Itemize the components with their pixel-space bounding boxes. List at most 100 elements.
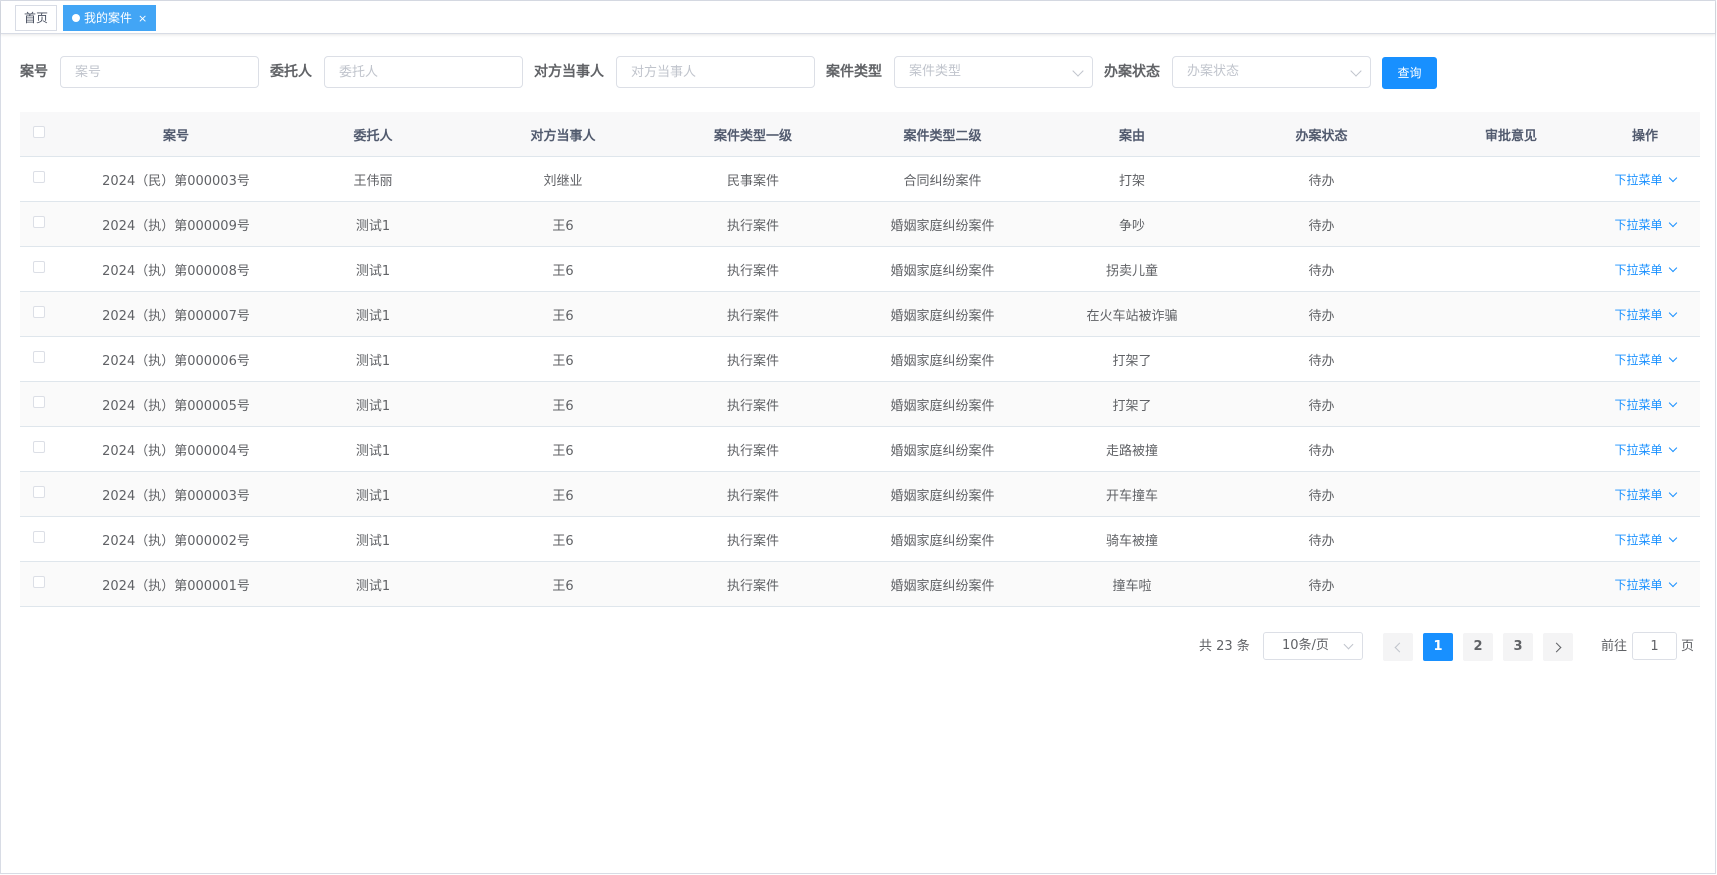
page-size-select[interactable]: 10条/页 [1263, 632, 1363, 660]
query-button[interactable]: 查询 [1382, 57, 1437, 89]
cell-case-no: 2024（执）第000004号 [58, 426, 294, 472]
dropdown-menu-link[interactable]: 下拉菜单 [1614, 173, 1677, 187]
cell-case-type-2: 婚姻家庭纠纷案件 [832, 201, 1053, 247]
row-checkbox[interactable] [33, 396, 45, 408]
cell-status: 待办 [1211, 561, 1432, 607]
cell-client: 测试1 [294, 246, 452, 292]
table-row: 2024（执）第000008号 测试1 王6 执行案件 婚姻家庭纠纷案件 拐卖儿童 待办 下拉… [20, 246, 1700, 292]
tag-my-cases[interactable]: 我的案件 × [63, 5, 157, 31]
cell-cause: 打架了 [1053, 336, 1211, 382]
cell-cause: 打架 [1053, 156, 1211, 202]
row-checkbox[interactable] [33, 351, 45, 363]
dropdown-menu-link[interactable]: 下拉菜单 [1614, 217, 1677, 232]
table-row: 2024（执）第000004号 测试1 王6 执行案件 婚姻家庭纠纷案件 走路被撞 待办 下拉… [20, 426, 1700, 472]
chevron-down-icon [1343, 639, 1354, 650]
cell-client: 测试1 [294, 561, 452, 607]
cell-approval [1432, 516, 1590, 562]
cell-status: 待办 [1211, 471, 1432, 517]
chevron-down-icon [1668, 173, 1677, 182]
dropdown-menu-label: 下拉菜单 [1614, 577, 1663, 592]
cell-case-type-2: 婚姻家庭纠纷案件 [832, 291, 1053, 337]
row-checkbox[interactable] [33, 531, 45, 543]
cell-actions: 下拉菜单 [1590, 561, 1700, 607]
cell-actions: 下拉菜单 [1590, 156, 1700, 202]
table-row: 2024（执）第000007号 测试1 王6 执行案件 婚姻家庭纠纷案件 在火车站被诈骗待… [20, 291, 1700, 337]
cell-cause: 开车撞车 [1053, 471, 1211, 517]
page-button-3[interactable]: 3 [1503, 633, 1533, 661]
dropdown-menu-link[interactable]: 下拉菜单 [1614, 533, 1677, 547]
status-label: 办案状态 [1104, 64, 1160, 80]
header-approval: 审批意见 [1432, 112, 1590, 157]
goto-page-input[interactable] [1632, 632, 1677, 660]
page-size-value: 10条/页 [1282, 638, 1329, 653]
page-button-1[interactable]: 1 [1423, 633, 1453, 661]
row-checkbox[interactable] [33, 171, 45, 183]
dropdown-menu-link[interactable]: 下拉菜单 [1614, 398, 1677, 412]
case-type-select[interactable]: 案件类型 [894, 56, 1093, 88]
dropdown-menu-label: 下拉菜单 [1614, 217, 1663, 232]
close-icon[interactable]: × [138, 12, 147, 25]
case-type-placeholder: 案件类型 [909, 64, 962, 79]
cell-opposing-party: 王6 [452, 336, 674, 382]
chevron-left-icon [1394, 642, 1405, 653]
cell-case-type-2: 婚姻家庭纠纷案件 [832, 336, 1053, 382]
opposing-party-input[interactable] [616, 56, 815, 88]
cell-actions: 下拉菜单 [1590, 336, 1700, 382]
cell-approval [1432, 156, 1590, 202]
cell-status: 待办 [1211, 201, 1432, 247]
dropdown-menu-link[interactable]: 下拉菜单 [1614, 353, 1677, 367]
cell-actions: 下拉菜单 [1590, 201, 1700, 247]
cell-status: 待办 [1211, 336, 1432, 382]
chevron-down-icon [1072, 65, 1084, 77]
cell-opposing-party: 王6 [452, 471, 674, 517]
chevron-down-icon [1668, 218, 1677, 227]
cell-case-no: 2024（执）第000006号 [58, 336, 294, 382]
cell-case-no: 2024（执）第000002号 [58, 516, 294, 562]
row-checkbox[interactable] [33, 306, 45, 318]
table-header-row: 案号 委托人 对方当事人 案件类型一级 案件类型二级 案由 办案状态 审批意见 … [20, 112, 1700, 157]
select-all-checkbox[interactable] [33, 126, 45, 138]
case-no-input[interactable] [60, 56, 259, 88]
client-input[interactable] [324, 56, 523, 88]
prev-page-button[interactable] [1383, 633, 1413, 661]
status-placeholder: 办案状态 [1187, 64, 1240, 79]
cell-case-no: 2024（执）第000005号 [58, 381, 294, 427]
client-label: 委托人 [270, 64, 312, 80]
next-page-button[interactable] [1543, 633, 1573, 661]
cell-case-type-1: 执行案件 [674, 201, 832, 247]
cell-approval [1432, 561, 1590, 607]
row-select-cell [20, 336, 58, 382]
cell-case-type-1: 执行案件 [674, 561, 832, 607]
dropdown-menu-link[interactable]: 下拉菜单 [1614, 577, 1677, 592]
table-row: 2024（执）第000006号 测试1 王6 执行案件 婚姻家庭纠纷案件 打架了 待办 下拉菜… [20, 336, 1700, 382]
row-checkbox[interactable] [33, 576, 45, 588]
dropdown-menu-link[interactable]: 下拉菜单 [1614, 443, 1677, 457]
cell-case-no: 2024（执）第000009号 [58, 201, 294, 247]
cell-cause: 拐卖儿童 [1053, 246, 1211, 292]
row-checkbox[interactable] [33, 486, 45, 498]
cell-case-type-1: 执行案件 [674, 336, 832, 382]
cell-actions: 下拉菜单 [1590, 516, 1700, 562]
row-select-cell [20, 156, 58, 202]
chevron-down-icon [1668, 578, 1677, 587]
cell-client: 测试1 [294, 426, 452, 472]
table-row: 2024（执）第000002号 测试1 王6 执行案件 婚姻家庭纠纷案件 骑车被撞 待办 下拉… [20, 516, 1700, 562]
tag-my-cases-label: 我的案件 [84, 11, 133, 25]
row-checkbox[interactable] [33, 216, 45, 228]
cell-status: 待办 [1211, 246, 1432, 292]
cell-client: 测试1 [294, 516, 452, 562]
dropdown-menu-link[interactable]: 下拉菜单 [1614, 308, 1677, 322]
cell-case-type-2: 婚姻家庭纠纷案件 [832, 516, 1053, 562]
dropdown-menu-link[interactable]: 下拉菜单 [1614, 263, 1677, 277]
page-button-2[interactable]: 2 [1463, 633, 1493, 661]
dropdown-menu-link[interactable]: 下拉菜单 [1614, 488, 1677, 502]
row-select-cell [20, 201, 58, 247]
status-select[interactable]: 办案状态 [1172, 56, 1371, 88]
row-checkbox[interactable] [33, 261, 45, 273]
row-select-cell [20, 291, 58, 337]
tag-home[interactable]: 首页 [15, 5, 58, 31]
row-checkbox[interactable] [33, 441, 45, 453]
cell-case-type-2: 合同纠纷案件 [832, 156, 1053, 202]
cell-opposing-party: 王6 [452, 426, 674, 472]
header-opposing-party: 对方当事人 [452, 112, 674, 157]
